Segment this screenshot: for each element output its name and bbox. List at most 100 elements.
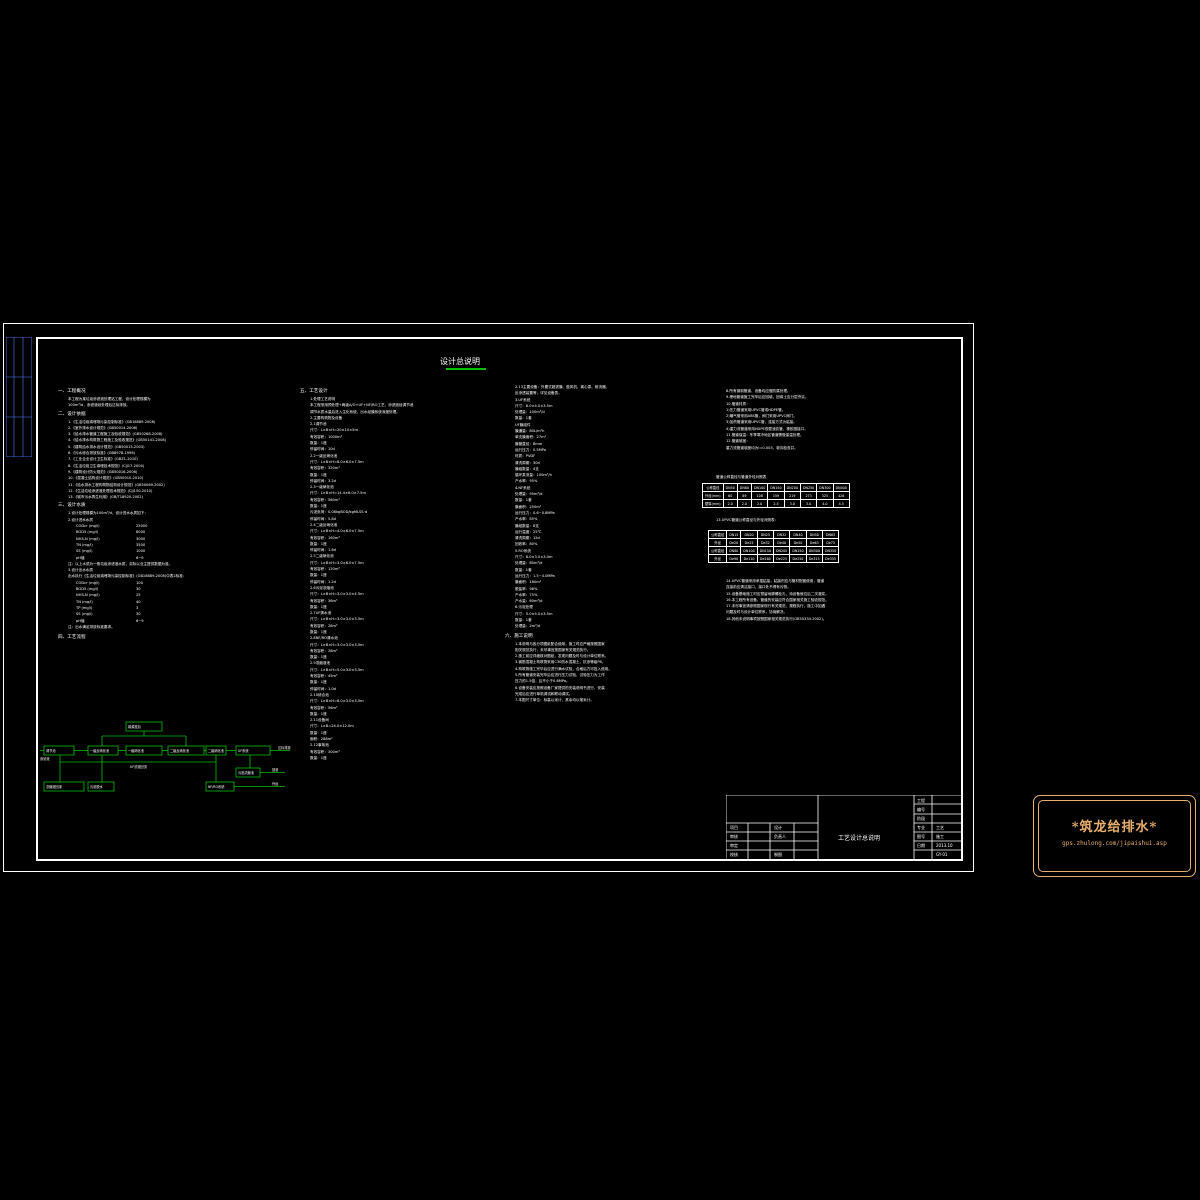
table-cell: De110 (740, 554, 758, 563)
quality-name: pH值 (76, 618, 85, 623)
tb-v7: GY-01 (936, 852, 948, 857)
tb-r2: 审核 (730, 833, 738, 839)
flow-label-out1: 达标排放 (278, 745, 292, 750)
flow-label-return: UF浓液回流 (130, 764, 148, 769)
section-2-body: 1.《生活垃圾填埋场污染控制标准》(GB16889-2008) 2.《室外排水设计… (58, 419, 186, 501)
table-cell: De32 (756, 538, 775, 547)
table-cell: 60 (722, 491, 738, 500)
tb-v6: 2013.10 (936, 843, 953, 848)
table-cell: DN20 (740, 530, 758, 539)
section-7-body: 8.所有钢制管道、设备均应做防腐处理。 9.埋地管道施工完毕后应回填，回填土应分层… (716, 388, 809, 451)
table-cell: 公称直径 (707, 530, 728, 539)
flow-label-6: UF系统 (238, 748, 249, 753)
quality-value: 25000 (136, 524, 148, 529)
table-cell: 公称直径 (702, 483, 724, 492)
table-cell: 外径 (707, 554, 728, 563)
table-cell: De355 (821, 554, 840, 563)
table2-caption: 13.UPVC管道公称直径与外径对照表： (716, 518, 779, 522)
table-cell: DN150 (767, 483, 785, 492)
table-row: 外径 De20 De25 De32 De40 De50 De63 De75 (707, 538, 840, 547)
table-cell: DN200 (783, 483, 801, 492)
table-cell: 4.0 (816, 499, 834, 508)
table-cell: DN250 (799, 483, 818, 492)
flow-label-sludge2: 污泥脱水 (90, 784, 104, 789)
table-row: 公称直径 DN50 DN80 DN100 DN150 DN200 DN250 DN300 DN4… (702, 483, 850, 492)
title-underline (446, 368, 486, 370)
table-cell: DN50 (805, 530, 823, 539)
flow-label-out3: 外运 (272, 781, 279, 786)
column-3: 2.13主要设备：外置式超滤膜、鼓风机、离心泵、射流器、 反渗透装置等，详见设备表… (505, 384, 612, 704)
tb-k1: 工程 (917, 797, 925, 803)
text-line: 重力流管道坡度均为i=0.003，坡向检查井。 (726, 445, 798, 450)
text-line: 15.设备基础施工时应预留地脚螺栓孔，待设备就位后二次灌浆。 (726, 591, 829, 596)
watermark-url: gps.zhulong.com/jipaishui.asp (1062, 840, 1167, 847)
table-cell: De250 (789, 554, 807, 563)
quality-value: 1000 (136, 549, 146, 554)
tb-k3: 阶段 (917, 815, 925, 821)
tb-c1: 设计 (774, 824, 782, 830)
tb-k5: 图号 (917, 833, 925, 839)
text-line: 13.《城市污水再生利用》(GB/T18920-2002) (68, 495, 143, 500)
section-5-body: 1.处理工艺说明 本工程采用预处理+两级A/O+UF+NF/RO工艺，渗滤液经调节… (300, 396, 413, 761)
table-cell: De40 (773, 538, 791, 547)
table-cell: 4.5 (832, 499, 850, 508)
tb-r1: 项目 (730, 824, 738, 830)
table-cell: DN350 (821, 546, 840, 555)
text-line: 1.本说明与各分项图纸配合使用，施工时应严格按照国家 (515, 641, 605, 646)
tb-drawing-name: 工艺设计总说明 (838, 834, 880, 842)
table-cell: DN25 (756, 530, 775, 539)
flow-label-4: 二级反硝化池 (170, 748, 190, 753)
section-7-after: 14.UPVC管道采用承插粘接，粘接剂应与管材配套使用，管道 连接前应清洁接口，接… (716, 578, 829, 622)
table-cell: DN32 (773, 530, 791, 539)
quality-value: 3500 (136, 542, 146, 547)
outlet-table: CODcr (mg/l) 100 BOD5 (mg/l) 30 NH3-N (mg/l)… (58, 580, 186, 624)
quality-name: pH值 (76, 555, 85, 560)
tb-k6: 日期 (917, 842, 925, 848)
section-5-heading: 五、工艺设计 (300, 389, 328, 394)
binding-strip (6, 337, 32, 457)
table-cell: 3.0 (783, 499, 801, 508)
quality-value: 3000 (136, 536, 146, 541)
watermark-border (1038, 800, 1191, 872)
table-cell: 273 (799, 491, 818, 500)
table-cell: De50 (789, 538, 807, 547)
table-cell: DN300 (816, 483, 834, 492)
inlet-table: CODcr (mg/l) 25000 BOD5 (mg/l) 8000 NH3-N (m… (58, 523, 186, 561)
flow-label-bottom: NF/RO系统 (208, 784, 225, 789)
text-line: 数量：1座 (310, 755, 327, 760)
table-cell: De225 (773, 554, 791, 563)
text-line: 18.其他未说明事项按照国家相关规范执行(GB50334-2002)。 (726, 616, 827, 621)
pipe-table-2: 公称直径 DN15 DN20 DN25 DN32 DN40 DN50 DN65 外径 De20 De… (707, 530, 840, 563)
quality-value: 40 (136, 599, 141, 604)
table-cell: 外径(mm) (702, 491, 724, 500)
table-cell: 219 (783, 491, 801, 500)
table-cell: 108 (750, 491, 769, 500)
tb-r3: 审定 (730, 842, 738, 848)
drawing-title: 设计总说明 (440, 357, 480, 366)
quality-value: 30 (136, 587, 141, 592)
section-6-body: 1.本说明与各分项图纸配合使用，施工时应严格按照国家 相关规范执行，未尽事宜按国家… (505, 641, 612, 704)
table-cell: De20 (726, 538, 742, 547)
title-block: 项目 审核 审定 校核 设计 负责人 制图 工艺设计总说明 工程 编号 阶段 专… (725, 794, 964, 862)
table-cell: DN40 (789, 530, 807, 539)
watermark-title: *筑龙给排水* (1071, 820, 1158, 835)
section-4-heading: 四、工艺流程 (58, 635, 86, 641)
table-cell: 89 (736, 491, 753, 500)
text-line: 7.本图尺寸单位：标高以米计，其余均以毫米计。 (515, 698, 594, 703)
tb-c3: 制图 (774, 851, 782, 857)
tb-k4: 专业 (917, 824, 925, 830)
text-line: 100m³/d，渗滤液经处理后达标排放。 (68, 403, 131, 408)
table-cell: DN300 (805, 546, 823, 555)
quality-value: 6~9 (136, 618, 144, 623)
table1-caption: 管道公称直径与管道外径对照表 (716, 475, 767, 479)
table-cell: DN100 (740, 546, 758, 555)
table-cell: De63 (805, 538, 823, 547)
process-flow-diagram: 调节池 一级反硝化池 一级硝化池 二级反硝化池 二级硝化池 UF系统 碳源投加 … (40, 721, 292, 792)
text-line: 本工程采用预处理+两级A/O+UF+NF/RO工艺，渗滤液经调节池 (310, 403, 414, 408)
section-1-body: 本工程为某垃圾渗滤液处理站工程，设计处理规模为 100m³/d，渗滤液经处理后达标… (58, 396, 186, 409)
quality-value: 6~9 (136, 555, 144, 560)
section-2-heading: 二、设计依据 (58, 411, 86, 417)
table-cell: DN15 (726, 530, 742, 539)
quality-value: 100 (136, 580, 143, 585)
table-cell: 159 (767, 491, 785, 500)
